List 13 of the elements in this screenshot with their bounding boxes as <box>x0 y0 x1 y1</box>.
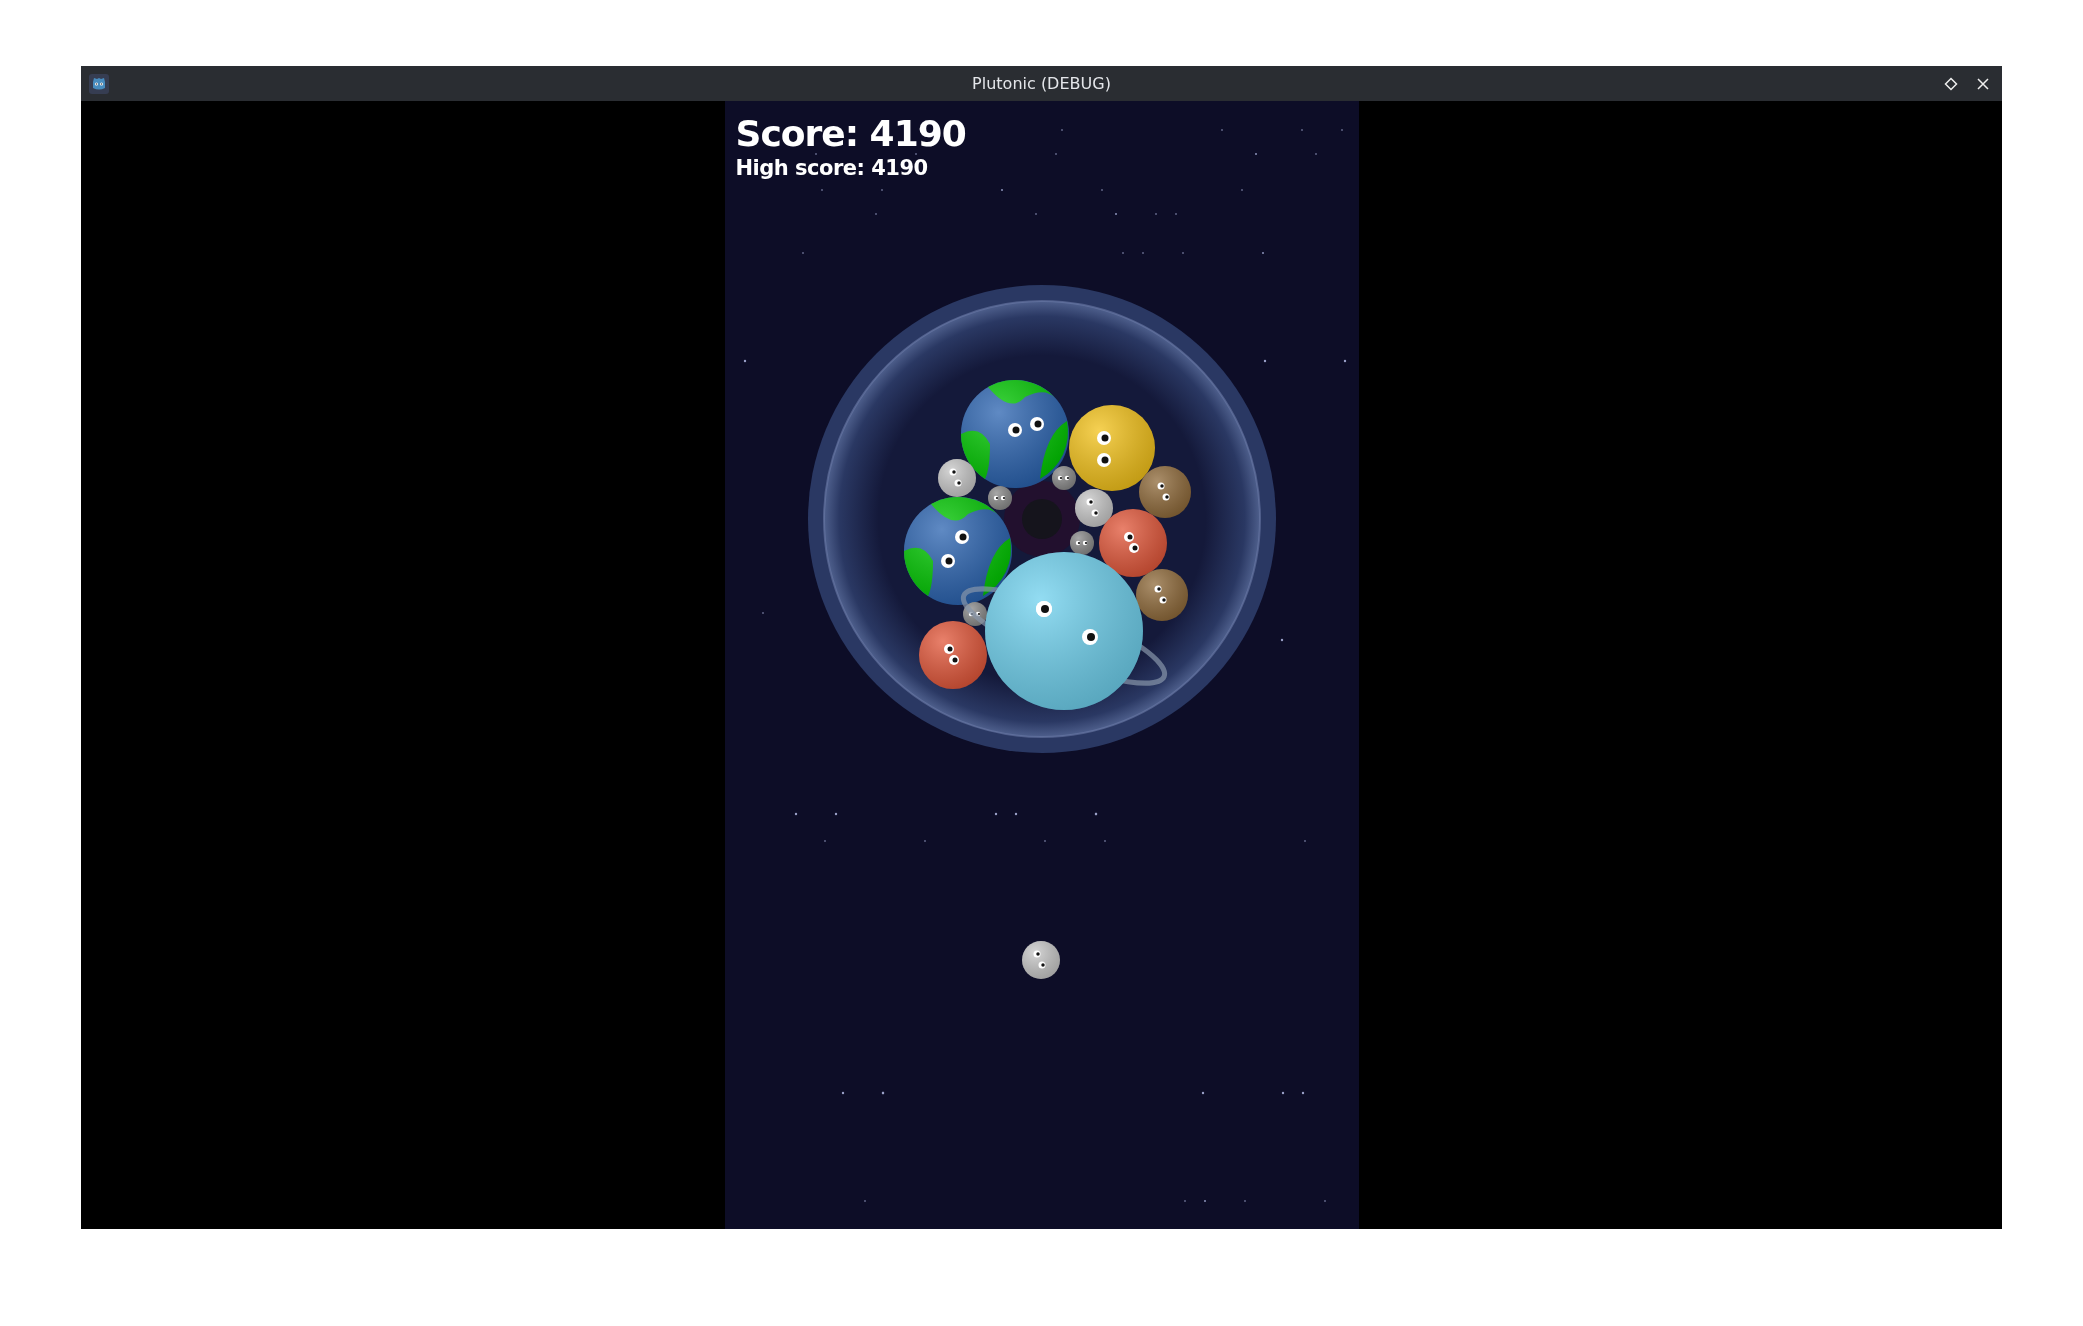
moon <box>937 459 976 497</box>
app-logo-icon <box>89 73 109 94</box>
desert-planet <box>1098 509 1167 577</box>
high-score-text: High score: 4190 <box>735 156 928 180</box>
desert-planet <box>918 621 987 689</box>
rocky-planet <box>1135 569 1188 621</box>
moon <box>962 602 987 626</box>
rocky-planet <box>1138 466 1191 518</box>
moon <box>1021 941 1060 979</box>
score-text: Score: 4190 <box>735 113 966 154</box>
window-title: Plutonic (DEBUG) <box>972 74 1111 93</box>
moon <box>1069 531 1094 555</box>
moon <box>987 486 1012 510</box>
